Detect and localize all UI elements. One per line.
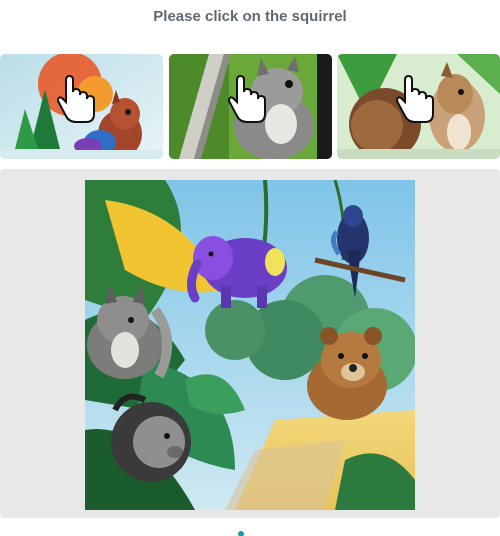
puzzle-panel bbox=[0, 169, 500, 518]
footer-bar bbox=[0, 522, 500, 536]
example-thumbnail-2 bbox=[169, 54, 332, 159]
example-thumbnail-3 bbox=[337, 54, 500, 159]
captcha-prompt: Please click on the squirrel bbox=[153, 8, 347, 25]
example-thumbnail-1 bbox=[0, 54, 163, 159]
puzzle-image[interactable] bbox=[85, 180, 415, 510]
footer-accent-dot bbox=[238, 531, 244, 536]
